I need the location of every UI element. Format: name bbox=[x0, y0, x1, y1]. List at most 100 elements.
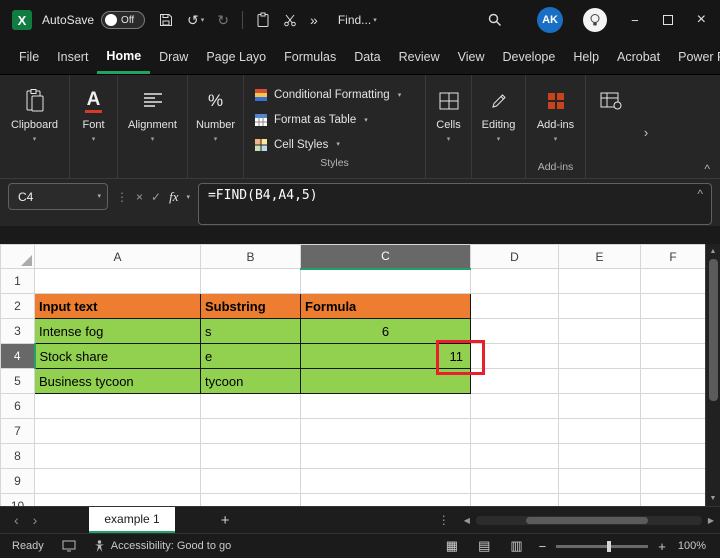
cell-b3[interactable]: s bbox=[201, 319, 301, 344]
scroll-left-icon[interactable]: ◀ bbox=[464, 516, 470, 525]
ribbon-tab-file[interactable]: File bbox=[10, 40, 48, 74]
maximize-button[interactable] bbox=[663, 15, 673, 25]
cell-a5[interactable]: Business tycoon bbox=[35, 369, 201, 394]
cell[interactable] bbox=[301, 494, 471, 507]
cell[interactable] bbox=[301, 469, 471, 494]
cell[interactable] bbox=[35, 419, 201, 444]
cell[interactable] bbox=[471, 494, 559, 507]
cell[interactable] bbox=[471, 394, 559, 419]
cell[interactable] bbox=[559, 344, 641, 369]
cancel-entry-button[interactable]: × bbox=[136, 190, 143, 204]
zoom-out-button[interactable]: − bbox=[539, 539, 547, 554]
cell[interactable] bbox=[201, 494, 301, 507]
cell[interactable] bbox=[559, 469, 641, 494]
row-header-8[interactable]: 8 bbox=[1, 444, 35, 469]
cell[interactable] bbox=[641, 294, 706, 319]
ribbon-tab-formulas[interactable]: Formulas bbox=[275, 40, 345, 74]
cell[interactable] bbox=[559, 369, 641, 394]
row-header-3[interactable]: 3 bbox=[1, 319, 35, 344]
close-button[interactable]: × bbox=[697, 11, 706, 29]
cells-group-button[interactable]: Cells ▾ bbox=[426, 75, 472, 178]
autosave-toggle[interactable]: Off bbox=[101, 11, 145, 29]
minimize-button[interactable]: − bbox=[631, 13, 639, 28]
scroll-right-icon[interactable]: ▶ bbox=[708, 516, 714, 525]
cell[interactable] bbox=[35, 394, 201, 419]
add-sheet-button[interactable]: + bbox=[221, 512, 230, 529]
cell[interactable] bbox=[641, 419, 706, 444]
insert-function-button[interactable]: fx bbox=[169, 189, 178, 205]
vertical-scrollbar-thumb[interactable] bbox=[709, 259, 718, 401]
account-avatar[interactable]: AK bbox=[537, 7, 563, 33]
save-button[interactable] bbox=[158, 12, 174, 28]
row-header-9[interactable]: 9 bbox=[1, 469, 35, 494]
row-header-1[interactable]: 1 bbox=[1, 269, 35, 294]
cell[interactable] bbox=[301, 419, 471, 444]
zoom-slider[interactable] bbox=[556, 545, 648, 548]
horizontal-scrollbar-thumb[interactable] bbox=[526, 517, 648, 524]
page-layout-view-button[interactable]: ▤ bbox=[478, 538, 490, 554]
column-header-a[interactable]: A bbox=[35, 245, 201, 269]
ribbon-tab-page-layout[interactable]: Page Layo bbox=[197, 40, 275, 74]
cell[interactable] bbox=[641, 394, 706, 419]
confirm-entry-button[interactable]: ✓ bbox=[151, 190, 161, 204]
cell[interactable] bbox=[201, 444, 301, 469]
vertical-scrollbar[interactable]: ▲ ▼ bbox=[705, 244, 720, 506]
previous-sheet-button[interactable]: ‹ bbox=[14, 512, 19, 528]
overflow-group[interactable] bbox=[586, 75, 636, 178]
cell[interactable] bbox=[641, 319, 706, 344]
collapse-formula-bar-icon[interactable]: ^ bbox=[697, 187, 703, 201]
accessibility-icon[interactable] bbox=[94, 540, 105, 553]
cell[interactable] bbox=[201, 419, 301, 444]
cell-b5[interactable]: tycoon bbox=[201, 369, 301, 394]
cell[interactable] bbox=[641, 469, 706, 494]
cell-b2[interactable]: Substring bbox=[201, 294, 301, 319]
excel-logo-icon[interactable]: X bbox=[12, 10, 32, 30]
cell-b4[interactable]: e bbox=[201, 344, 301, 369]
tips-button[interactable] bbox=[583, 8, 607, 32]
ribbon-tab-review[interactable]: Review bbox=[390, 40, 449, 74]
column-header-c[interactable]: C bbox=[301, 245, 471, 269]
row-header-2[interactable]: 2 bbox=[1, 294, 35, 319]
zoom-slider-thumb[interactable] bbox=[607, 541, 611, 552]
editing-group-button[interactable]: Editing ▾ bbox=[472, 75, 526, 178]
cell[interactable] bbox=[559, 419, 641, 444]
undo-button[interactable]: ↺ ▾ bbox=[187, 13, 204, 27]
cut-button[interactable] bbox=[283, 13, 297, 27]
drag-handle-icon[interactable]: ⋮ bbox=[116, 190, 128, 204]
ribbon-tab-help[interactable]: Help bbox=[564, 40, 608, 74]
ribbon-tab-developer[interactable]: Develope bbox=[493, 40, 564, 74]
ribbon-tab-view[interactable]: View bbox=[449, 40, 494, 74]
cell[interactable] bbox=[641, 494, 706, 507]
cell[interactable] bbox=[35, 494, 201, 507]
ribbon-tab-insert[interactable]: Insert bbox=[48, 40, 97, 74]
collapse-ribbon-button[interactable]: ^ bbox=[704, 162, 710, 176]
format-as-table-button[interactable]: Format as Table ▾ bbox=[244, 108, 425, 133]
select-all-button[interactable] bbox=[1, 245, 35, 269]
cell[interactable] bbox=[641, 444, 706, 469]
ribbon-tab-acrobat[interactable]: Acrobat bbox=[608, 40, 669, 74]
font-group-button[interactable]: A Font ▾ bbox=[70, 75, 118, 178]
ribbon-tab-draw[interactable]: Draw bbox=[150, 40, 197, 74]
search-button[interactable] bbox=[487, 12, 503, 28]
column-header-d[interactable]: D bbox=[471, 245, 559, 269]
row-header-7[interactable]: 7 bbox=[1, 419, 35, 444]
cell[interactable] bbox=[471, 444, 559, 469]
monitor-icon[interactable] bbox=[62, 540, 76, 552]
ribbon-tab-power-pivot[interactable]: Power Piv bbox=[669, 40, 720, 74]
cell[interactable] bbox=[301, 394, 471, 419]
cell-a2[interactable]: Input text bbox=[35, 294, 201, 319]
cell[interactable] bbox=[559, 269, 641, 294]
name-box[interactable]: C4 ▾ bbox=[8, 183, 108, 210]
cell[interactable] bbox=[471, 269, 559, 294]
cell[interactable] bbox=[201, 394, 301, 419]
cell[interactable] bbox=[35, 444, 201, 469]
cell[interactable] bbox=[641, 269, 706, 294]
cell[interactable] bbox=[471, 419, 559, 444]
cell[interactable] bbox=[471, 294, 559, 319]
cell[interactable] bbox=[35, 469, 201, 494]
alignment-group-button[interactable]: Alignment ▾ bbox=[118, 75, 188, 178]
zoom-level[interactable]: 100% bbox=[678, 540, 706, 552]
cell-styles-button[interactable]: Cell Styles ▾ bbox=[244, 132, 425, 157]
cell[interactable] bbox=[559, 394, 641, 419]
column-header-e[interactable]: E bbox=[559, 245, 641, 269]
